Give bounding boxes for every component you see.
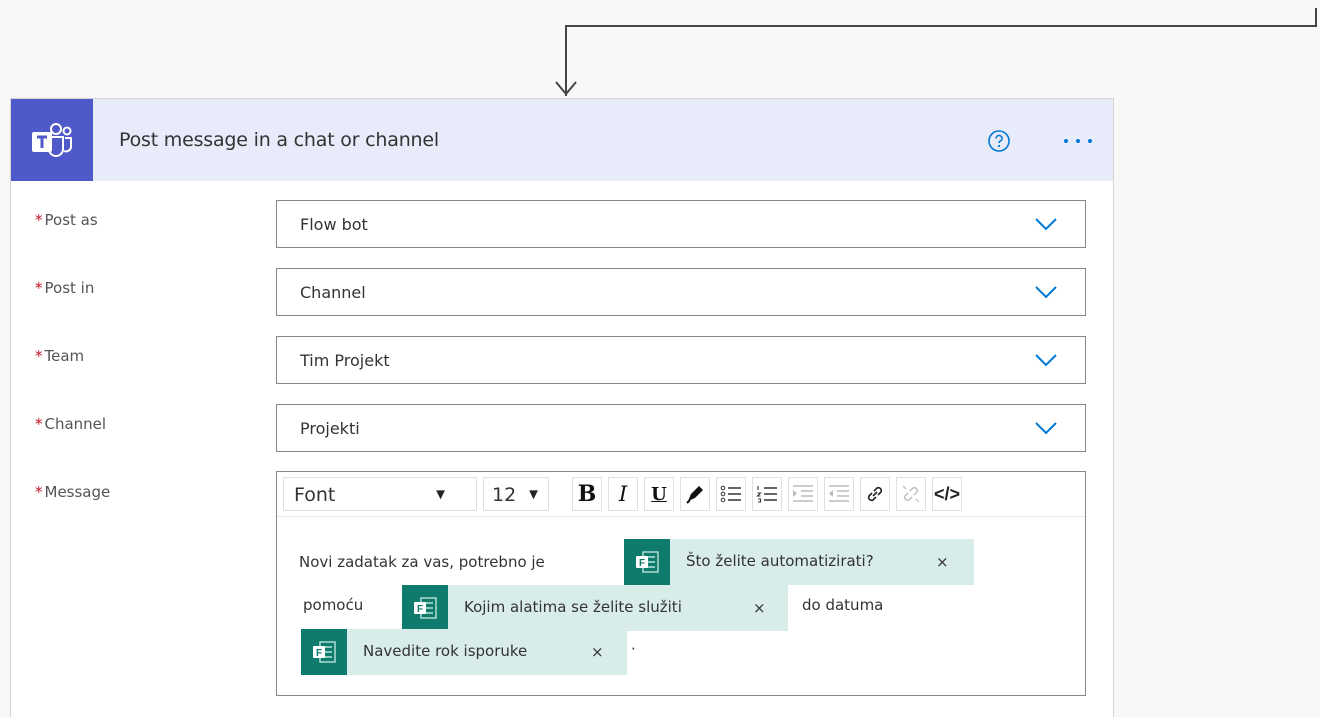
font-size-value: 12	[492, 484, 517, 506]
link-icon	[867, 486, 883, 502]
token-label: Kojim alatima se želite služiti	[464, 598, 682, 616]
remove-token-button[interactable]: ×	[591, 643, 604, 661]
message-editor[interactable]: Font ▼ 12 ▼ B I U </> Novi zadatak za va…	[276, 471, 1086, 696]
dynamic-content-token[interactable]: F Što želite automatizirati? ×	[624, 539, 974, 585]
token-label: Navedite rok isporuke	[363, 642, 528, 660]
insert-link-button[interactable]	[860, 477, 890, 511]
caret-down-icon: ▼	[526, 486, 541, 503]
numbered-list-button[interactable]	[752, 477, 782, 511]
chevron-down-icon	[1035, 286, 1057, 299]
team-value: Tim Projekt	[300, 351, 390, 370]
message-text: do datuma	[802, 596, 884, 614]
field-label-channel: * Channel	[35, 415, 106, 433]
required-marker: *	[35, 415, 43, 433]
increase-indent-button[interactable]	[788, 477, 818, 511]
caret-down-icon: ▼	[433, 486, 448, 503]
chevron-down-icon	[1035, 354, 1057, 367]
underline-button[interactable]: U	[644, 477, 674, 511]
action-card: Post message in a chat or channel * Post …	[10, 98, 1114, 717]
channel-dropdown[interactable]: Projekti	[276, 404, 1086, 452]
help-circle-icon[interactable]	[987, 129, 1011, 153]
decrease-indent-button[interactable]	[824, 477, 854, 511]
message-text: pomoću	[303, 596, 364, 614]
remove-token-button[interactable]: ×	[936, 553, 949, 571]
card-header[interactable]: Post message in a chat or channel	[11, 99, 1113, 181]
field-label-team: * Team	[35, 347, 84, 365]
dynamic-content-token[interactable]: F Navedite rok isporuke ×	[301, 629, 627, 675]
indent-icon	[793, 485, 813, 502]
post-in-dropdown[interactable]: Channel	[276, 268, 1086, 316]
unlink-icon	[902, 485, 920, 503]
channel-value: Projekti	[300, 419, 360, 438]
required-marker: *	[35, 279, 43, 297]
chevron-down-icon	[1035, 218, 1057, 231]
label-text: Team	[44, 347, 85, 365]
microsoft-forms-icon: F	[624, 539, 670, 585]
code-view-button[interactable]: </>	[932, 477, 962, 511]
remove-link-button[interactable]	[896, 477, 926, 511]
microsoft-teams-icon	[11, 99, 93, 181]
label-text: Channel	[44, 415, 107, 433]
bold-button[interactable]: B	[572, 477, 602, 511]
required-marker: *	[35, 483, 43, 501]
post-as-value: Flow bot	[300, 215, 368, 234]
microsoft-forms-icon: F	[301, 629, 347, 675]
microsoft-forms-icon: F	[402, 585, 448, 631]
bulleted-list-button[interactable]	[716, 477, 746, 511]
pen-icon	[686, 486, 703, 504]
required-marker: *	[35, 347, 43, 365]
required-marker: *	[35, 211, 43, 229]
post-in-value: Channel	[300, 283, 366, 302]
label-text: Post as	[44, 211, 98, 229]
flow-connector-arrow	[555, 8, 1317, 96]
dynamic-content-token[interactable]: F Kojim alatima se želite služiti ×	[402, 585, 788, 631]
font-family-select[interactable]: Font ▼	[283, 477, 477, 511]
post-as-dropdown[interactable]: Flow bot	[276, 200, 1086, 248]
message-text: ·	[631, 640, 636, 658]
token-label: Što želite automatizirati?	[686, 552, 874, 570]
field-label-message: * Message	[35, 483, 110, 501]
remove-token-button[interactable]: ×	[753, 599, 766, 617]
field-label-post-in: * Post in	[35, 279, 94, 297]
font-size-select[interactable]: 12 ▼	[483, 477, 549, 511]
message-text: Novi zadatak za vas, potrebno je	[299, 553, 545, 571]
svg-text:F: F	[639, 558, 645, 569]
numbered-list-icon	[756, 486, 777, 503]
italic-button[interactable]: I	[608, 477, 638, 511]
rich-text-toolbar: Font ▼ 12 ▼ B I U </>	[277, 472, 1085, 517]
more-ellipsis-icon[interactable]	[1060, 127, 1096, 155]
bulleted-list-icon	[720, 485, 741, 503]
card-title: Post message in a chat or channel	[119, 129, 439, 151]
outdent-icon	[829, 485, 849, 502]
svg-text:F: F	[316, 648, 322, 659]
team-dropdown[interactable]: Tim Projekt	[276, 336, 1086, 384]
label-text: Message	[44, 483, 111, 501]
svg-text:F: F	[417, 604, 423, 615]
field-label-post-as: * Post as	[35, 211, 98, 229]
highlight-pen-button[interactable]	[680, 477, 710, 511]
chevron-down-icon	[1035, 422, 1057, 435]
label-text: Post in	[44, 279, 95, 297]
font-family-value: Font	[294, 484, 336, 506]
